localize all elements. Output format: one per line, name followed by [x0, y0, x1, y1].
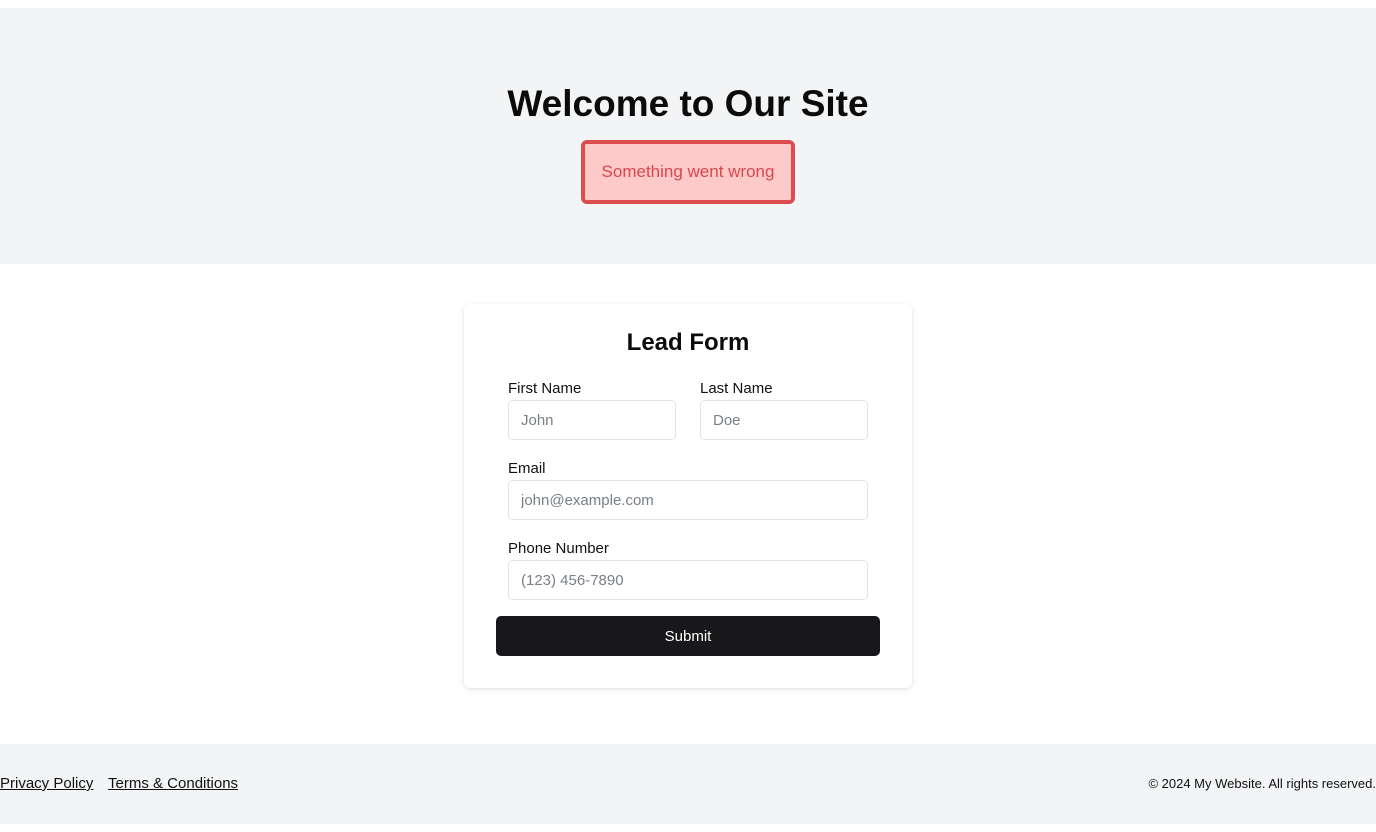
- privacy-policy-link[interactable]: Privacy Policy: [0, 775, 93, 793]
- lead-form-card: Lead Form First Name Last Name Email Pho…: [464, 304, 912, 688]
- form-title: Lead Form: [626, 329, 750, 356]
- phone-label: Phone Number: [508, 540, 609, 557]
- last-name-label: Last Name: [700, 380, 773, 397]
- hero-section: Welcome to Our Site Something went wrong: [0, 8, 1376, 264]
- first-name-input[interactable]: [508, 400, 676, 440]
- phone-input[interactable]: [508, 560, 868, 600]
- terms-conditions-link[interactable]: Terms & Conditions: [108, 775, 238, 793]
- page: Welcome to Our Site Something went wrong…: [0, 0, 1376, 832]
- last-name-input[interactable]: [700, 400, 868, 440]
- footer: Privacy Policy Terms & Conditions © 2024…: [0, 744, 1376, 824]
- error-alert: Something went wrong: [581, 140, 795, 204]
- copyright-text: © 2024 My Website. All rights reserved.: [1148, 776, 1376, 791]
- submit-button[interactable]: Submit: [496, 616, 880, 656]
- email-label: Email: [508, 460, 546, 477]
- email-input[interactable]: [508, 480, 868, 520]
- page-title: Welcome to Our Site: [507, 83, 869, 124]
- first-name-label: First Name: [508, 380, 582, 397]
